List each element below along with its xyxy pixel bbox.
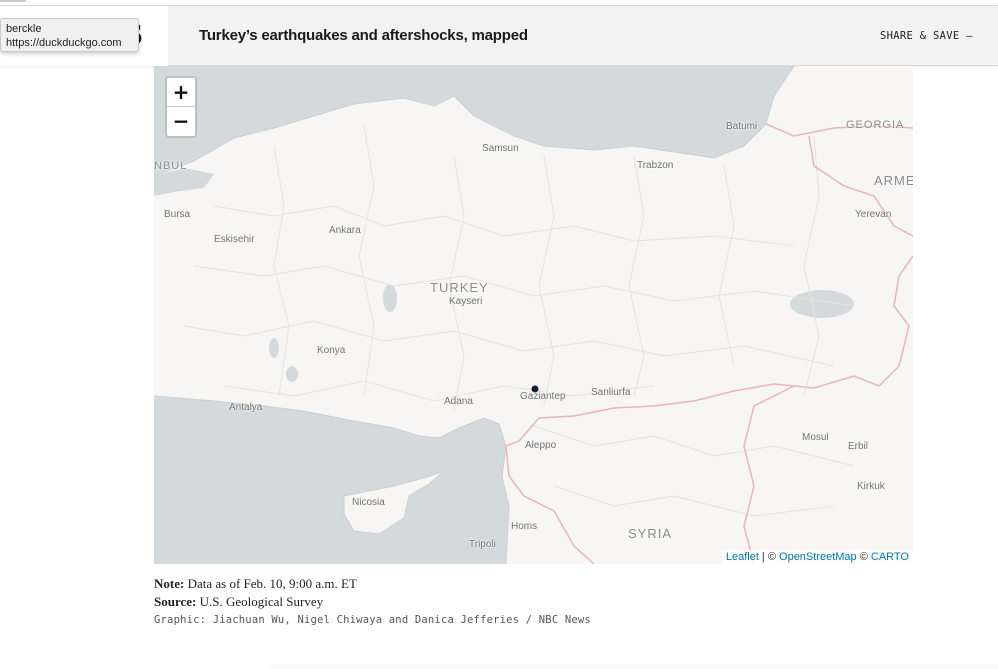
- lake-beysehir: [286, 366, 298, 382]
- city-label-bursa: Bursa: [164, 209, 191, 220]
- zoom-in-button[interactable]: +: [167, 78, 195, 107]
- map-attribution: Leaflet | © OpenStreetMap © CARTO: [721, 550, 913, 564]
- note-text: Data as of Feb. 10, 9:00 a.m. ET: [184, 576, 357, 591]
- header-bar: S Turkey’s earthquakes and aftershocks, …: [0, 6, 998, 66]
- source-label: Source:: [154, 594, 197, 609]
- graphic-credit: Graphic: Jiachuan Wu, Nigel Chiwaya and …: [154, 614, 591, 626]
- tooltip-name: berckle: [6, 23, 42, 35]
- country-borders: [505, 123, 913, 564]
- city-label-istanbul: NBUL: [154, 160, 188, 172]
- openstreetmap-link[interactable]: OpenStreetMap: [779, 551, 857, 563]
- zoom-out-button[interactable]: −: [167, 107, 195, 136]
- city-label-batumi: Batumi: [726, 121, 758, 132]
- lake-van: [790, 290, 854, 318]
- lake-tuz: [383, 284, 397, 312]
- city-label-antalya: Antalya: [229, 402, 263, 413]
- mediterranean-sea: [154, 395, 510, 564]
- city-label-nicosia: Nicosia: [352, 497, 385, 508]
- lake-egirdir: [269, 338, 279, 358]
- carto-link[interactable]: CARTO: [871, 551, 909, 563]
- tooltip-url: https://duckduckgo.com: [6, 37, 122, 49]
- zoom-control: + −: [165, 76, 197, 138]
- city-label-homs: Homs: [511, 521, 538, 532]
- map-container[interactable]: Samsun Batumi Trabzon NBUL Bursa Eskiseh…: [154, 66, 913, 564]
- city-label-tripoli: Tripoli: [469, 539, 496, 550]
- country-label-armenia: ARME: [874, 173, 913, 188]
- share-save-button[interactable]: SHARE & SAVE —: [880, 30, 973, 42]
- source-line: Source: U.S. Geological Survey: [154, 594, 323, 610]
- city-label-konya: Konya: [317, 345, 346, 356]
- page-title: Turkey’s earthquakes and aftershocks, ma…: [199, 27, 528, 44]
- note-label: Note:: [154, 576, 185, 591]
- bottom-divider: [268, 664, 998, 669]
- city-label-sanliurfa: Sanliurfa: [591, 387, 631, 398]
- city-label-erbil: Erbil: [848, 441, 869, 452]
- city-label-adana: Adana: [444, 396, 473, 407]
- map-tiles: [154, 66, 913, 564]
- attribution-separator: | ©: [758, 551, 780, 563]
- black-sea: [154, 66, 795, 177]
- city-label-aleppo: Aleppo: [525, 440, 557, 451]
- city-label-yerevan: Yerevan: [855, 209, 892, 220]
- leaflet-link[interactable]: Leaflet: [726, 551, 759, 563]
- country-label-syria: SYRIA: [628, 526, 673, 541]
- source-text: U.S. Geological Survey: [196, 594, 324, 609]
- city-label-kayseri: Kayseri: [449, 296, 483, 307]
- country-label-turkey: TURKEY: [430, 280, 489, 295]
- city-label-mosul: Mosul: [802, 432, 829, 443]
- city-label-trabzon: Trabzon: [637, 160, 674, 171]
- city-label-eskisehir: Eskisehir: [214, 234, 255, 245]
- city-label-samsun: Samsun: [482, 143, 519, 154]
- note-line: Note: Data as of Feb. 10, 9:00 a.m. ET: [154, 576, 357, 592]
- link-tooltip: berckle https://duckduckgo.com: [0, 18, 139, 52]
- top-notch: [0, 0, 26, 2]
- city-label-kirkuk: Kirkuk: [857, 481, 885, 492]
- country-label-georgia: GEORGIA: [846, 119, 905, 131]
- city-label-ankara: Ankara: [329, 225, 361, 236]
- city-label-gaziantep: Gaziantep: [520, 391, 566, 402]
- attribution-separator-2: ©: [856, 551, 871, 563]
